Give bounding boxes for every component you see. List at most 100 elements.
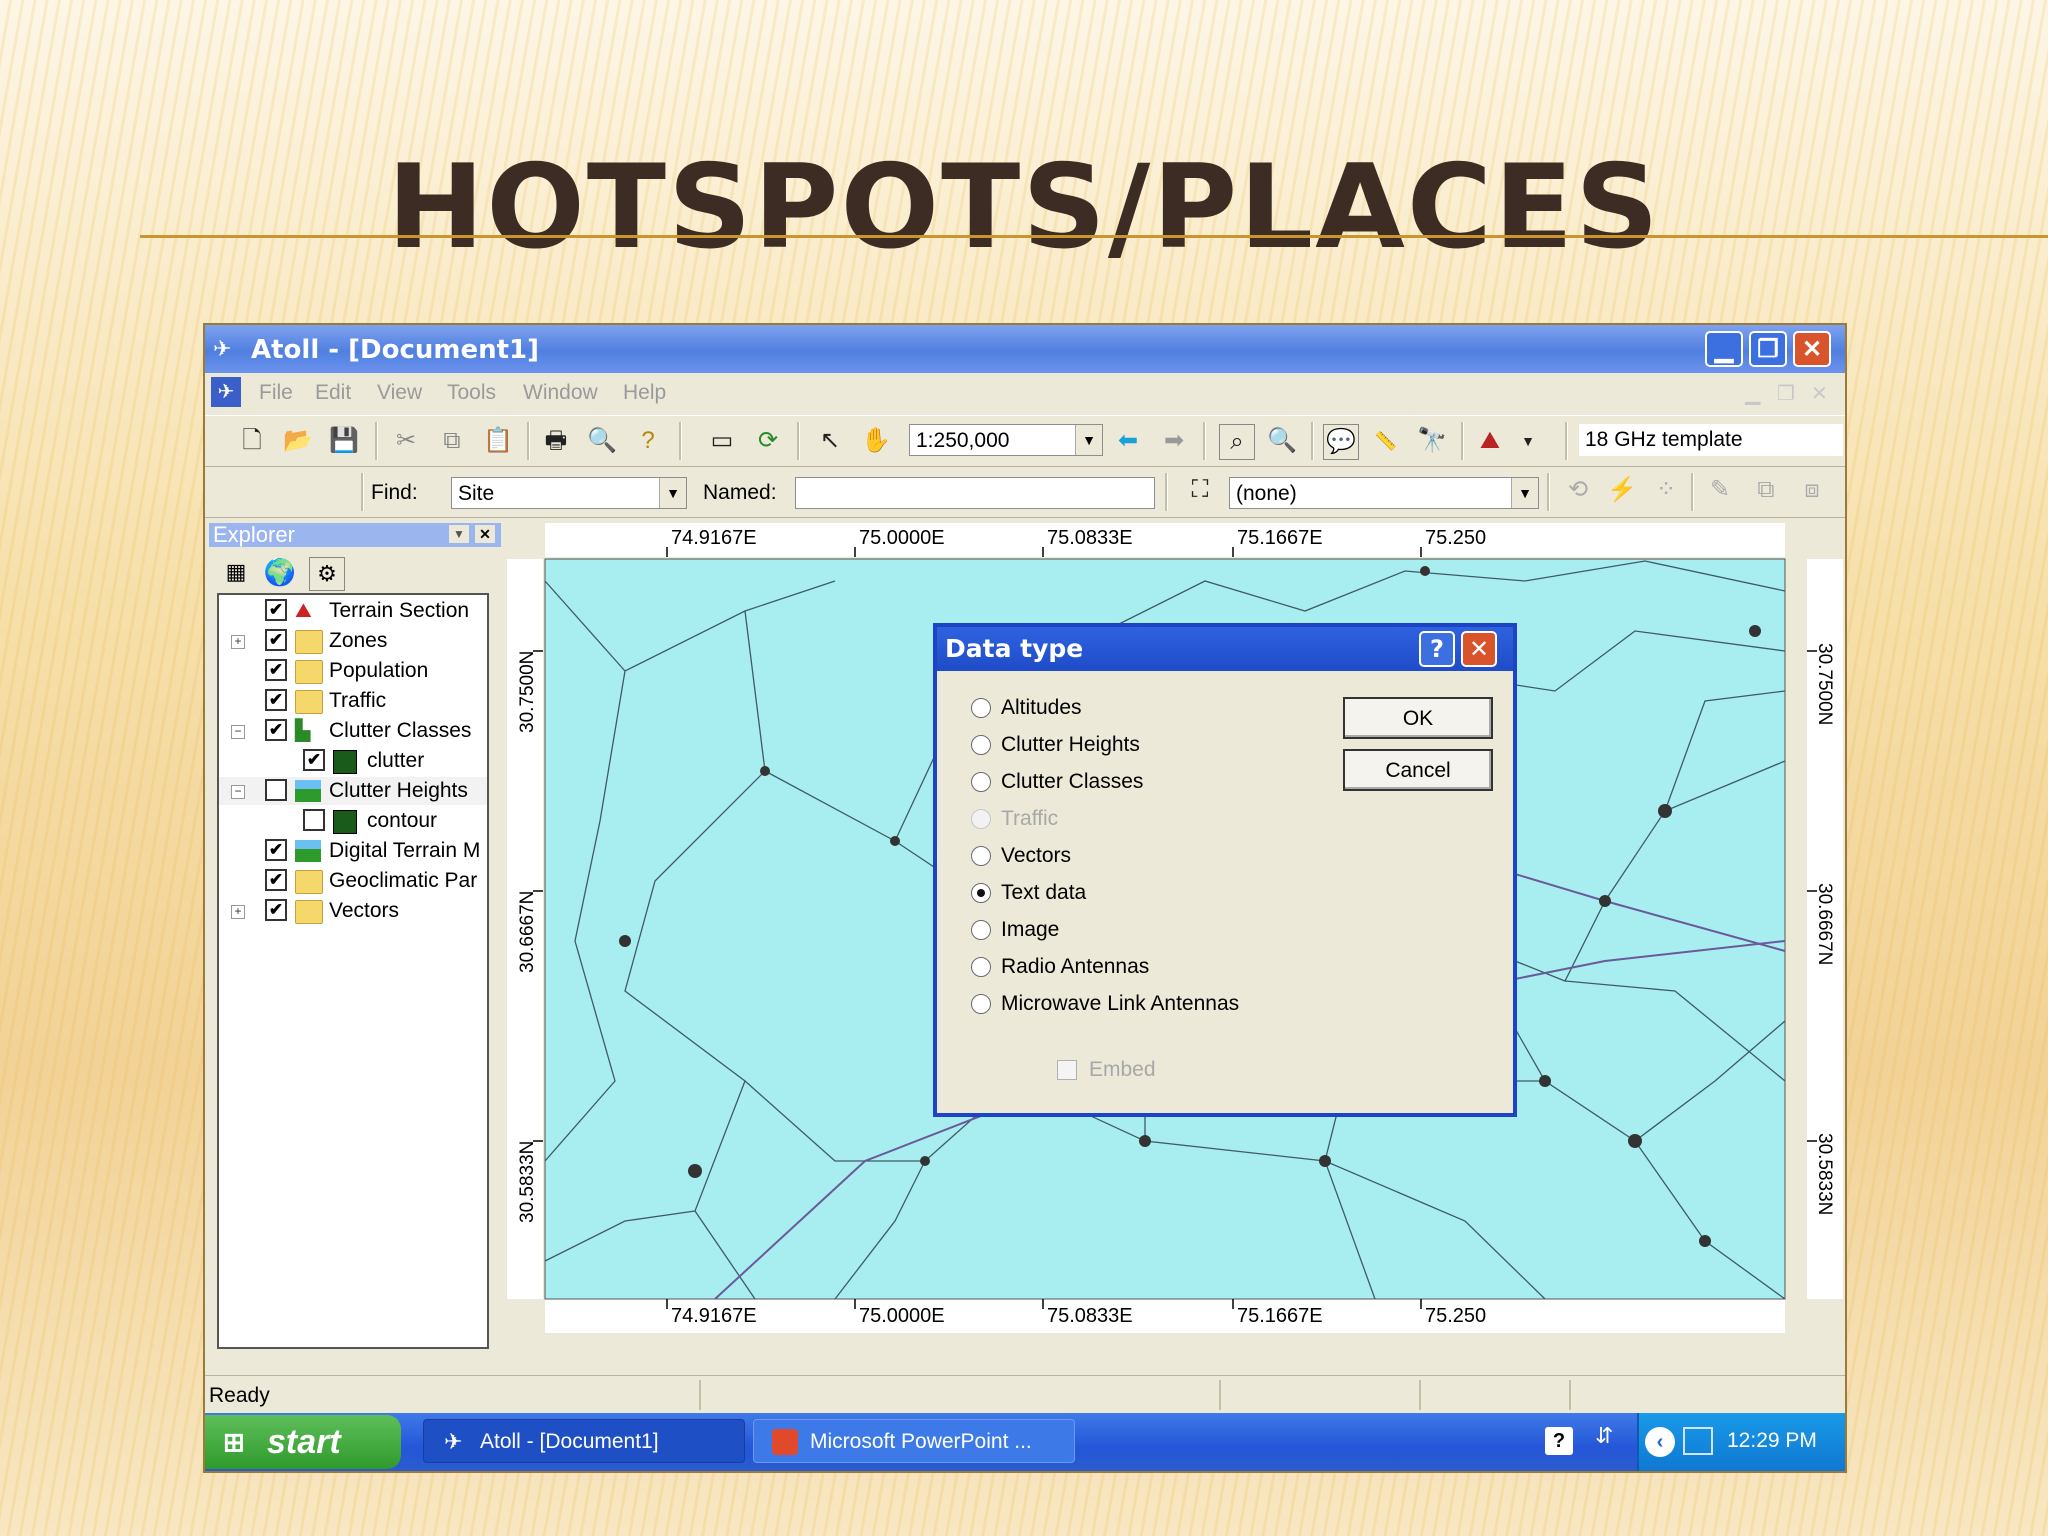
- help-pointer-icon[interactable]: ?: [631, 424, 665, 458]
- menu-window[interactable]: Window: [523, 381, 598, 405]
- checkbox[interactable]: ✔: [265, 719, 287, 741]
- cancel-button[interactable]: Cancel: [1343, 749, 1493, 791]
- points-icon[interactable]: ⁘: [1649, 473, 1683, 507]
- document-icon[interactable]: ✈: [211, 377, 241, 407]
- paste-icon[interactable]: 📋: [481, 424, 515, 458]
- data-tab-icon[interactable]: ▦: [221, 557, 251, 587]
- language-bar-icon[interactable]: ⇵: [1595, 1423, 1613, 1449]
- menu-tools[interactable]: Tools: [447, 381, 496, 405]
- zoom-area-icon[interactable]: ⌕: [1219, 424, 1255, 460]
- ruler-icon[interactable]: 📏: [1369, 424, 1403, 458]
- status-divider: [699, 1380, 701, 1410]
- terrain-profile-icon[interactable]: ⛰: [1473, 424, 1507, 458]
- menu-help[interactable]: Help: [623, 381, 666, 405]
- zoom-icon[interactable]: 🔍: [1265, 424, 1299, 458]
- tooltip-balloon-icon[interactable]: 💬: [1323, 424, 1359, 460]
- chevron-down-icon[interactable]: ▼: [659, 478, 686, 508]
- filter-icon[interactable]: ⛶: [1183, 473, 1217, 507]
- doc-minimize-icon[interactable]: ▁: [1745, 381, 1760, 406]
- x-tick-label: 75.0000E: [859, 1305, 945, 1327]
- menu-view[interactable]: View: [377, 381, 422, 405]
- radio-button[interactable]: [971, 920, 991, 940]
- doc-close-icon[interactable]: ✕: [1811, 381, 1828, 406]
- doc-restore-icon[interactable]: ❐: [1777, 381, 1795, 406]
- filter-combo[interactable]: (none) ▼: [1229, 477, 1539, 509]
- collapse-icon[interactable]: −: [231, 725, 245, 739]
- open-folder-icon[interactable]: 📂: [281, 424, 315, 458]
- template-field[interactable]: 18 GHz template: [1579, 424, 1843, 456]
- network-icon[interactable]: [1683, 1427, 1713, 1455]
- pointer-icon[interactable]: ↖: [813, 424, 847, 458]
- radio-button[interactable]: [971, 735, 991, 755]
- forward-arrow-icon[interactable]: ➡: [1157, 424, 1191, 458]
- map-view[interactable]: 74.9167E 75.0000E 75.0833E 75.1667E 75.2…: [505, 521, 1845, 1371]
- ok-button[interactable]: OK: [1343, 697, 1493, 739]
- pan-hand-icon[interactable]: ✋: [859, 424, 893, 458]
- atoll-window: ✈ Atoll - [Document1] ▁ ❐ ✕ ✈ File Edit …: [203, 323, 1847, 1473]
- checkbox[interactable]: ✔: [265, 839, 287, 861]
- save-icon[interactable]: 💾: [327, 424, 361, 458]
- help-icon[interactable]: ?: [1419, 631, 1455, 667]
- checkbox[interactable]: ✔: [303, 749, 325, 771]
- radio-button[interactable]: [971, 957, 991, 977]
- checkbox[interactable]: ✔: [265, 689, 287, 711]
- binoculars-icon[interactable]: 🔭: [1415, 424, 1449, 458]
- parameters-tab-icon[interactable]: ⚙: [309, 557, 345, 591]
- dialog-titlebar[interactable]: Data type ? ✕: [937, 627, 1513, 671]
- checkbox[interactable]: ✔: [265, 869, 287, 891]
- rotate-icon[interactable]: ⟲: [1561, 473, 1595, 507]
- checkbox[interactable]: [265, 779, 287, 801]
- help-icon[interactable]: ?: [1545, 1427, 1573, 1455]
- print-preview-icon[interactable]: 🔍: [585, 424, 619, 458]
- close-button[interactable]: ✕: [1793, 331, 1831, 367]
- task-atoll[interactable]: ✈ Atoll - [Document1]: [423, 1419, 745, 1463]
- merge-icon[interactable]: ⧉: [1749, 473, 1783, 507]
- terrain-section-icon: ⛰: [295, 600, 312, 622]
- close-icon[interactable]: ✕: [1461, 631, 1497, 667]
- window-titlebar[interactable]: ✈ Atoll - [Document1] ▁ ❐ ✕: [205, 325, 1845, 373]
- edit-shape-icon[interactable]: ✎: [1703, 473, 1737, 507]
- checkbox[interactable]: [303, 809, 325, 831]
- cut-icon[interactable]: ✂: [389, 424, 423, 458]
- collapse-icon[interactable]: −: [231, 785, 245, 799]
- radio-button[interactable]: [971, 846, 991, 866]
- chevron-down-icon[interactable]: ▼: [1511, 478, 1538, 508]
- checkbox[interactable]: ✔: [265, 659, 287, 681]
- copy-icon[interactable]: ⧉: [435, 424, 469, 458]
- geo-tab-icon[interactable]: 🌍: [263, 555, 297, 589]
- scale-combo[interactable]: 1:250,000 ▼: [909, 424, 1103, 456]
- refresh-icon[interactable]: ⟳: [751, 424, 785, 458]
- x-tick-label: 75.0833E: [1047, 527, 1133, 549]
- link-icon[interactable]: ⚡: [1605, 473, 1639, 507]
- radio-button-selected[interactable]: [971, 883, 991, 903]
- system-tray: ‹ 12:29 PM: [1637, 1413, 1845, 1471]
- dropdown-icon[interactable]: ▼: [449, 525, 469, 543]
- checkbox[interactable]: ✔: [265, 899, 287, 921]
- task-powerpoint[interactable]: Microsoft PowerPoint ...: [753, 1419, 1075, 1463]
- tree-item-clutter-heights[interactable]: − Clutter Heights: [219, 777, 487, 805]
- print-icon[interactable]: 🖶: [539, 424, 573, 458]
- radio-button[interactable]: [971, 994, 991, 1014]
- radio-label: Clutter Heights: [1001, 733, 1140, 756]
- restore-button[interactable]: ❐: [1749, 331, 1787, 367]
- chevron-down-icon[interactable]: ▼: [1511, 424, 1545, 458]
- split-icon[interactable]: ⧈: [1795, 473, 1829, 507]
- minimize-button[interactable]: ▁: [1705, 331, 1743, 367]
- new-file-icon[interactable]: 🗋: [235, 424, 269, 458]
- radio-button[interactable]: [971, 772, 991, 792]
- back-arrow-icon[interactable]: ⬅: [1111, 424, 1145, 458]
- radio-button[interactable]: [971, 698, 991, 718]
- expand-icon[interactable]: +: [231, 635, 245, 649]
- checkbox[interactable]: ✔: [265, 599, 287, 621]
- close-icon[interactable]: ✕: [475, 525, 495, 543]
- named-input[interactable]: [795, 477, 1155, 509]
- start-button[interactable]: ⊞ start: [205, 1415, 401, 1469]
- expand-icon[interactable]: +: [231, 905, 245, 919]
- find-combo[interactable]: Site ▼: [451, 477, 687, 509]
- tray-expand-icon[interactable]: ‹: [1645, 1427, 1675, 1457]
- chevron-down-icon[interactable]: ▼: [1075, 425, 1102, 455]
- select-rectangle-icon[interactable]: ▭: [705, 424, 739, 458]
- menu-edit[interactable]: Edit: [315, 381, 351, 405]
- checkbox[interactable]: ✔: [265, 629, 287, 651]
- menu-file[interactable]: File: [259, 381, 293, 405]
